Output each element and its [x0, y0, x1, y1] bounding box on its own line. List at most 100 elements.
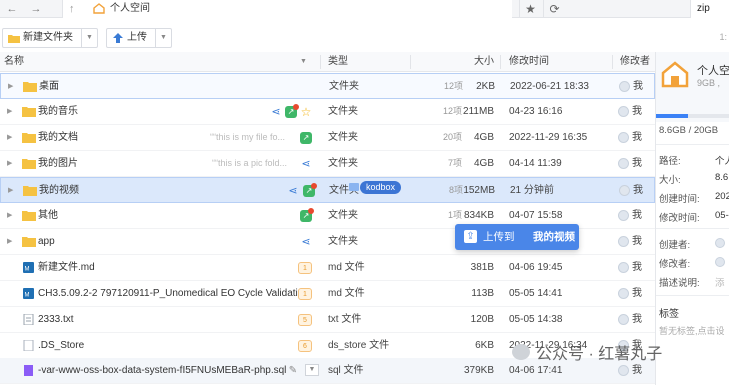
edit-icon[interactable]: ✎ — [287, 365, 299, 377]
notification-dot — [308, 208, 314, 214]
file-type: 文件夹 — [328, 106, 358, 117]
file-name[interactable]: 我的文档 — [38, 125, 78, 150]
file-name[interactable]: 其他 — [38, 203, 58, 228]
modifier-name: 我 — [633, 81, 643, 92]
info-value: 202 — [715, 191, 729, 202]
comment-count-badge[interactable]: 1 — [298, 262, 312, 274]
file-name[interactable]: 2333.txt — [38, 307, 74, 332]
tooltip-prefix: 上传到 — [483, 231, 515, 243]
table-row[interactable]: ▶ 桌面 文件夹 12项 2KB 2022-06-21 18:33 我 — [0, 73, 655, 99]
back-button[interactable]: ← — [2, 1, 22, 17]
star-icon[interactable]: ☆ — [300, 106, 312, 118]
up-level-icon[interactable]: ↑ — [69, 0, 75, 18]
table-row[interactable]: 2333.txt 5 txt 文件 120B 05-05 14:38 我 — [0, 307, 655, 333]
file-name[interactable]: 我的图片 — [38, 151, 78, 176]
usage-bar-fill — [656, 114, 688, 118]
modified-time: 04-06 19:45 — [509, 262, 563, 273]
row-menu-chevron-icon[interactable]: ▼ — [305, 364, 319, 376]
folder-icon — [22, 107, 36, 117]
star-icon[interactable]: ★ — [519, 0, 541, 18]
sql-file-icon — [24, 365, 33, 376]
table-row[interactable]: ▶ 我的文档 ““this is my file fo... ↗ 文件夹 20项 4GB 20… — [0, 125, 655, 151]
new-folder-button[interactable]: 新建文件夹 ▼ — [2, 28, 98, 48]
folder-icon — [22, 159, 36, 169]
table-row[interactable]: ▶ 我的音乐 ⋖ ↗ ☆ 文件夹 12项 211MB 04-23 16:16 我 — [0, 99, 655, 125]
table-row[interactable]: M 新建文件.md 1 md 文件 381B 04-06 19:45 我 — [0, 255, 655, 281]
panel-title: 个人空 — [697, 65, 729, 77]
folder-icon — [23, 186, 37, 196]
sort-chevron-icon[interactable]: ▼ — [300, 52, 307, 72]
col-type[interactable]: 类型 — [328, 52, 348, 72]
expand-caret-icon[interactable]: ▶ — [7, 203, 12, 228]
item-count: 7项 — [447, 158, 462, 168]
tags-empty-hint[interactable]: 暂无标签,点击设 — [659, 324, 725, 337]
file-type: ds_store 文件 — [328, 340, 390, 351]
upload-label: 上传 — [127, 32, 147, 43]
info-label: 修改者: — [659, 259, 691, 270]
comment-count-badge[interactable]: 1 — [298, 288, 312, 300]
upload-drop-tooltip: ⇪ 上传到 我的视频 — [455, 224, 579, 250]
search-input[interactable]: zip — [690, 0, 729, 18]
share-icon[interactable]: ⋖ — [270, 106, 282, 118]
avatar — [618, 106, 629, 117]
info-label: 路径: — [659, 156, 681, 167]
upload-button[interactable]: 上传 ▼ — [106, 28, 172, 48]
table-row[interactable]: ▶ 我的图片 ““this is a pic fold... ⋖ 文件夹 7项 4GB 04-… — [0, 151, 655, 177]
blank-file-icon — [23, 340, 34, 351]
avatar — [618, 158, 629, 169]
svg-text:M: M — [25, 267, 30, 273]
external-link-icon[interactable]: ↗ — [300, 132, 312, 144]
breadcrumb-personal-space[interactable]: 个人空间 — [110, 0, 150, 18]
file-description: ““this is a pic fold... — [212, 158, 288, 168]
col-name[interactable]: 名称 — [4, 52, 24, 72]
expand-caret-icon[interactable]: ▶ — [7, 229, 12, 254]
modified-time: 05-05 14:41 — [509, 288, 563, 299]
share-icon[interactable]: ⋖ — [300, 158, 312, 170]
expand-caret-icon[interactable]: ▶ — [8, 74, 13, 99]
table-row[interactable]: ▶ 我的视频 ⋖ ↗ 文件夹 8项 152MB 21 分钟前我 — [0, 177, 655, 203]
expand-caret-icon[interactable]: ▶ — [7, 151, 12, 176]
avatar — [715, 238, 725, 248]
usage-bar — [656, 114, 729, 118]
file-name[interactable]: 我的视频 — [39, 178, 79, 203]
chevron-down-icon[interactable]: ▼ — [81, 29, 97, 47]
share-icon[interactable]: ⋖ — [287, 185, 299, 197]
refresh-icon[interactable]: ⟳ — [543, 0, 565, 18]
forward-button[interactable]: → — [26, 1, 46, 17]
file-name[interactable]: 桌面 — [39, 74, 59, 99]
table-row[interactable]: M CH3.5.09.2-2 797120911-P_Unomedical EO … — [0, 281, 655, 307]
modifier-name: 我 — [632, 262, 642, 273]
path-field[interactable]: ↑ 个人空间 — [62, 0, 512, 18]
info-value: 05- — [715, 210, 729, 221]
file-name[interactable]: 我的音乐 — [38, 99, 78, 124]
table-header: 名称 ▼ 类型 大小 修改时间 修改者 — [0, 52, 655, 72]
col-mtime[interactable]: 修改时间 — [509, 52, 549, 72]
file-type: sql 文件 — [328, 365, 364, 376]
new-folder-label: 新建文件夹 — [23, 32, 73, 43]
file-name[interactable]: -var-www-oss-box-data-system-fI5FNUsMEBa… — [38, 358, 286, 383]
avatar — [715, 257, 725, 267]
modifier-name: 我 — [632, 106, 642, 117]
description-input[interactable]: 添 — [715, 275, 725, 289]
expand-caret-icon[interactable]: ▶ — [8, 178, 13, 203]
upload-cloud-icon: ⇪ — [464, 230, 477, 243]
home-icon — [661, 61, 689, 88]
file-manager-window: ← → ↑ 个人空间 ★ ⟳ zip 新建文件夹 ▼ 上传 ▼ 1: 名称 ▼ … — [0, 0, 729, 385]
share-icon[interactable]: ⋖ — [300, 236, 312, 248]
col-modifier[interactable]: 修改者 — [620, 52, 650, 72]
wechat-logo-icon — [512, 344, 530, 360]
file-name[interactable]: CH3.5.09.2-2 797120911-P_Unomedical EO C… — [38, 281, 303, 306]
comment-count-badge[interactable]: 6 — [298, 340, 312, 352]
col-size[interactable]: 大小 — [474, 52, 494, 72]
file-name[interactable]: .DS_Store — [38, 333, 84, 358]
folder-icon — [22, 133, 36, 143]
expand-caret-icon[interactable]: ▶ — [7, 99, 12, 124]
file-name[interactable]: 新建文件.md — [38, 255, 95, 280]
modified-time: 04-14 11:39 — [509, 158, 562, 169]
comment-count-badge[interactable]: 5 — [298, 314, 312, 326]
modified-time: 21 分钟前 — [510, 185, 554, 196]
file-name[interactable]: app — [38, 229, 55, 254]
chevron-down-icon[interactable]: ▼ — [155, 29, 171, 47]
expand-caret-icon[interactable]: ▶ — [7, 125, 12, 150]
file-size: 381B — [470, 262, 494, 273]
